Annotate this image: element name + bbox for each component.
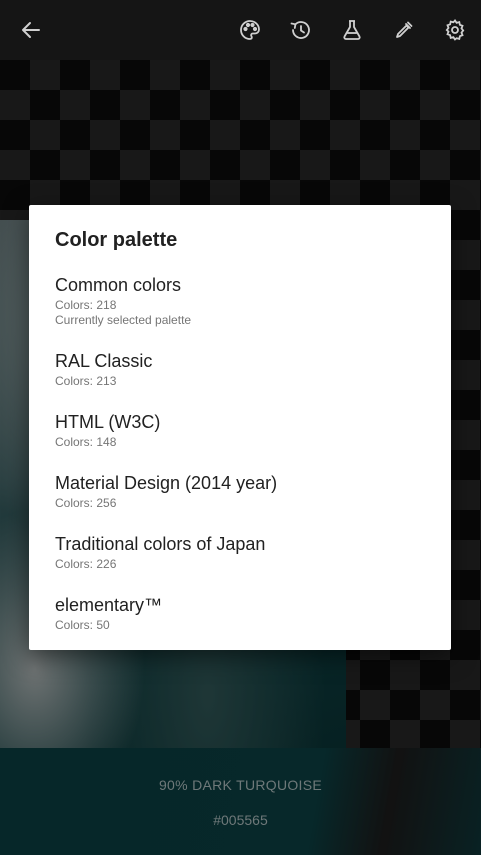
palette-option-name: HTML (W3C) [55,412,161,432]
palette-option-count: Colors: 213 [55,374,117,388]
back-arrow-icon [22,22,40,38]
palette-button[interactable] [234,14,266,46]
color-palette-dialog: Color palette Common colors Colors: 218 … [29,205,451,650]
screen: 90% DARK TURQUOISE #005565 Color palette… [0,0,481,855]
palette-option-common-colors[interactable]: Common colors Colors: 218 Currently sele… [55,274,435,328]
back-button[interactable] [15,14,47,46]
history-button[interactable] [285,14,317,46]
palette-option-name: Material Design (2014 year) [55,473,278,493]
palette-option-html-w3c[interactable]: HTML (W3C) Colors: 148 [55,411,435,450]
palette-option-name: Traditional colors of Japan [55,534,266,554]
palette-option-name: elementary™ [55,595,163,615]
flask-button[interactable] [336,14,368,46]
palette-option-elementary[interactable]: elementary™ Colors: 50 [55,594,435,633]
palette-icon [240,20,260,40]
palette-option-count: Colors: 218 [55,298,117,312]
gear-icon [445,19,465,41]
dialog-title: Color palette [55,229,178,251]
palette-option-count: Colors: 226 [55,557,117,571]
palette-option-material-design[interactable]: Material Design (2014 year) Colors: 256 [55,472,435,511]
palette-selected-note: Currently selected palette [55,313,192,327]
palette-option-ral-classic[interactable]: RAL Classic Colors: 213 [55,350,435,389]
eyedropper-icon [396,21,413,38]
history-icon [290,21,310,39]
top-app-bar [0,0,481,60]
palette-option-name: RAL Classic [55,351,153,371]
palette-option-traditional-japan[interactable]: Traditional colors of Japan Colors: 226 [55,533,435,572]
palette-option-name: Common colors [55,275,182,295]
settings-button[interactable] [439,14,471,46]
palette-option-count: Colors: 50 [55,618,110,632]
palette-option-count: Colors: 256 [55,496,117,510]
eyedropper-button[interactable] [388,14,420,46]
palette-option-count: Colors: 148 [55,435,117,449]
flask-icon [343,20,361,40]
